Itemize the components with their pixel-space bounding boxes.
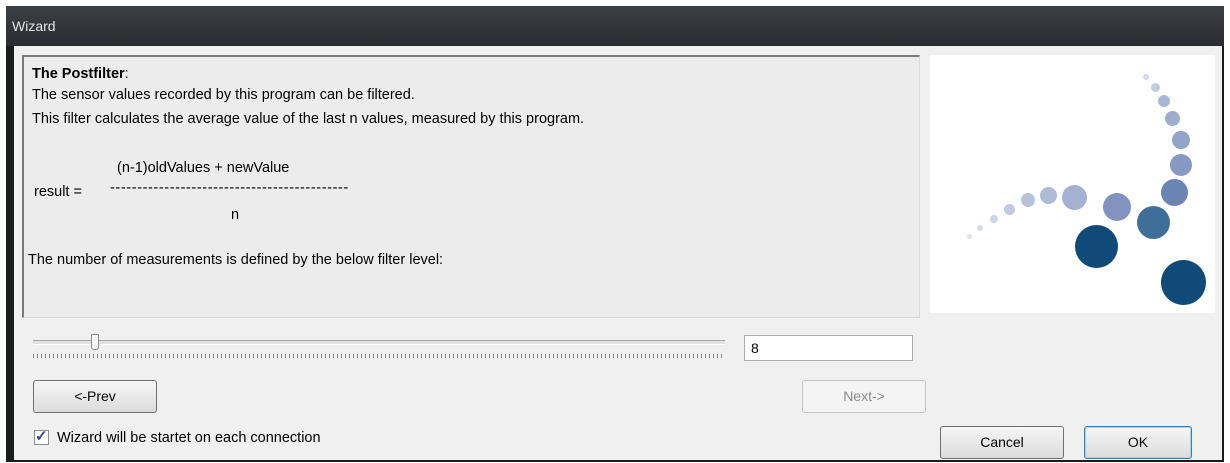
logo-dot bbox=[1075, 225, 1118, 268]
logo-dot bbox=[990, 215, 998, 223]
wizard-client-area: The Postfilter: The sensor values record… bbox=[14, 46, 1222, 460]
panel-heading-colon: : bbox=[124, 66, 129, 82]
filter-level-input[interactable]: 8 bbox=[744, 335, 913, 361]
slider-thumb[interactable] bbox=[91, 334, 99, 350]
logo-dot bbox=[1170, 154, 1192, 176]
window-title: Wizard bbox=[12, 18, 56, 34]
description-line-2: This filter calculates the average value… bbox=[32, 111, 585, 127]
logo-dot bbox=[1040, 187, 1057, 204]
logo-dot bbox=[1161, 260, 1206, 305]
panel-heading: The Postfilter bbox=[32, 66, 125, 82]
formula-numerator: (n-1)oldValues + newValue bbox=[117, 160, 290, 176]
formula-fraction-bar: ----------------------------------------… bbox=[110, 180, 349, 196]
description-panel: The Postfilter: The sensor values record… bbox=[22, 55, 920, 318]
start-wizard-checkbox[interactable]: ✓ bbox=[34, 428, 49, 445]
logo-dot bbox=[1165, 111, 1180, 126]
filter-level-slider[interactable] bbox=[33, 334, 733, 364]
wizard-logo bbox=[930, 55, 1215, 313]
description-line-3: The number of measurements is defined by… bbox=[28, 252, 444, 268]
logo-dot bbox=[1137, 206, 1170, 239]
logo-dot bbox=[1158, 95, 1170, 107]
panel-heading-line: The Postfilter: bbox=[32, 66, 129, 82]
prev-button[interactable]: <-Prev bbox=[33, 380, 157, 413]
slider-track[interactable] bbox=[33, 340, 725, 345]
formula-lhs: result = bbox=[34, 184, 82, 200]
cancel-button[interactable]: Cancel bbox=[940, 426, 1064, 459]
logo-dot bbox=[1151, 83, 1160, 92]
logo-dot bbox=[1161, 179, 1188, 206]
logo-dot bbox=[1021, 193, 1035, 207]
logo-dot bbox=[1143, 74, 1149, 80]
start-wizard-checkbox-label[interactable]: Wizard will be startet on each connectio… bbox=[57, 430, 321, 446]
logo-dot bbox=[1172, 131, 1190, 149]
logo-dot bbox=[1062, 185, 1087, 210]
ok-button[interactable]: OK bbox=[1084, 426, 1192, 459]
wizard-window: Wizard The Postfilter: The sensor values… bbox=[6, 6, 1224, 462]
next-button[interactable]: Next-> bbox=[802, 380, 926, 413]
check-mark-icon: ✓ bbox=[35, 428, 48, 445]
title-bar[interactable]: Wizard bbox=[6, 6, 1224, 46]
logo-dot bbox=[1004, 204, 1015, 215]
logo-dot bbox=[1103, 193, 1131, 221]
slider-ticks bbox=[33, 354, 725, 358]
description-line-1: The sensor values recorded by this progr… bbox=[32, 87, 415, 103]
formula-denominator: n bbox=[231, 207, 240, 223]
logo-dot bbox=[967, 234, 972, 239]
logo-dot bbox=[977, 225, 983, 231]
